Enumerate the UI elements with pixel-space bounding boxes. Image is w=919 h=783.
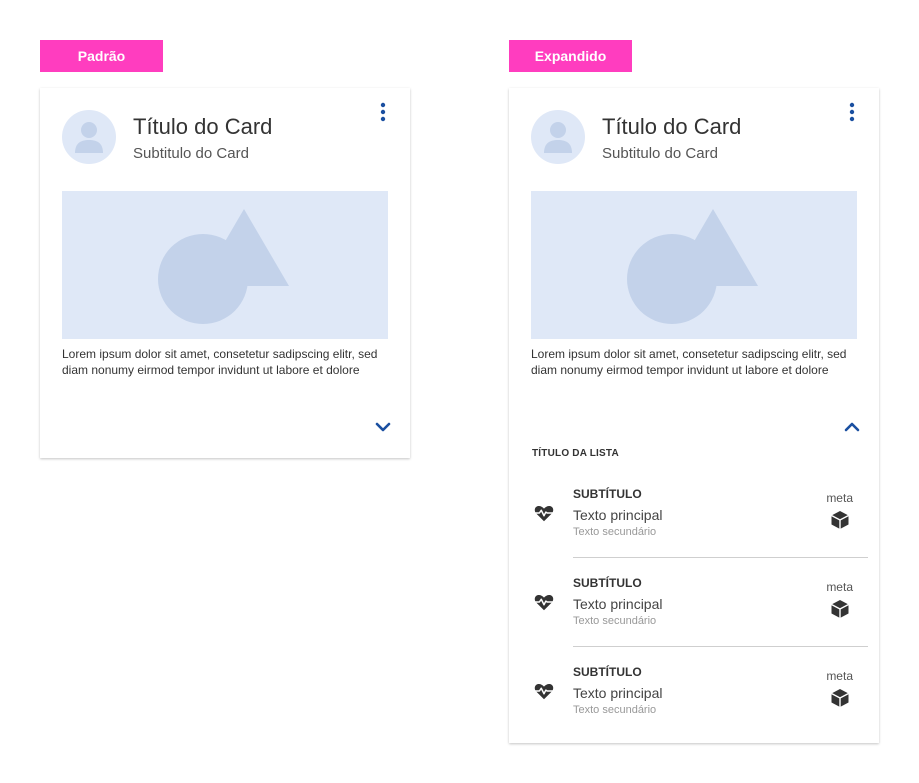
list-item-subtitle: SUBTÍTULO <box>573 487 642 501</box>
card-title: Título do Card <box>133 114 273 139</box>
tag-default: Padrão <box>40 40 163 72</box>
card-subtitle: Subtitulo do Card <box>602 145 718 162</box>
list-item-subtitle: SUBTÍTULO <box>573 665 642 679</box>
card-subtitle: Subtitulo do Card <box>133 145 249 162</box>
list-item-main-text: Texto principal <box>573 596 663 612</box>
list-divider <box>573 646 868 647</box>
card-title: Título do Card <box>602 114 742 139</box>
cube-icon <box>831 689 849 707</box>
list-item-meta: meta <box>826 580 853 594</box>
list-item[interactable]: SUBTÍTULO Texto principal Texto secundár… <box>509 487 879 576</box>
list-item[interactable]: SUBTÍTULO Texto principal Texto secundár… <box>509 665 879 754</box>
heart-pulse-icon <box>534 505 554 522</box>
list-item-main-text: Texto principal <box>573 685 663 701</box>
list-item[interactable]: SUBTÍTULO Texto principal Texto secundár… <box>509 576 879 665</box>
card-default: Título do Card Subtitulo do Card Lorem i… <box>40 88 410 458</box>
list-item-main-text: Texto principal <box>573 507 663 523</box>
heart-pulse-icon <box>534 594 554 611</box>
list-title: TÍTULO DA LISTA <box>532 448 619 459</box>
list-item-meta: meta <box>826 491 853 505</box>
list-item-subtitle: SUBTÍTULO <box>573 576 642 590</box>
cube-icon <box>831 600 849 618</box>
heart-pulse-icon <box>534 683 554 700</box>
list-item-secondary-text: Texto secundário <box>573 615 657 627</box>
chevron-up-icon[interactable] <box>843 418 861 436</box>
more-vert-icon[interactable] <box>844 102 860 122</box>
shapes-placeholder-icon <box>531 191 857 339</box>
chevron-down-icon[interactable] <box>374 418 392 436</box>
list-divider <box>573 557 868 558</box>
cube-icon <box>831 511 849 529</box>
person-avatar-icon <box>531 110 585 164</box>
card-body-text: Lorem ipsum dolor sit amet, consetetur s… <box>62 347 378 377</box>
list-item-meta: meta <box>826 669 853 683</box>
card-body-text: Lorem ipsum dolor sit amet, consetetur s… <box>531 347 847 377</box>
person-avatar-icon <box>62 110 116 164</box>
tag-expanded: Expandido <box>509 40 632 72</box>
more-vert-icon[interactable] <box>375 102 391 122</box>
card-expanded: Título do Card Subtitulo do Card Lorem i… <box>509 88 879 743</box>
list-item-secondary-text: Texto secundário <box>573 526 657 538</box>
list-item-secondary-text: Texto secundário <box>573 704 657 716</box>
shapes-placeholder-icon <box>62 191 388 339</box>
